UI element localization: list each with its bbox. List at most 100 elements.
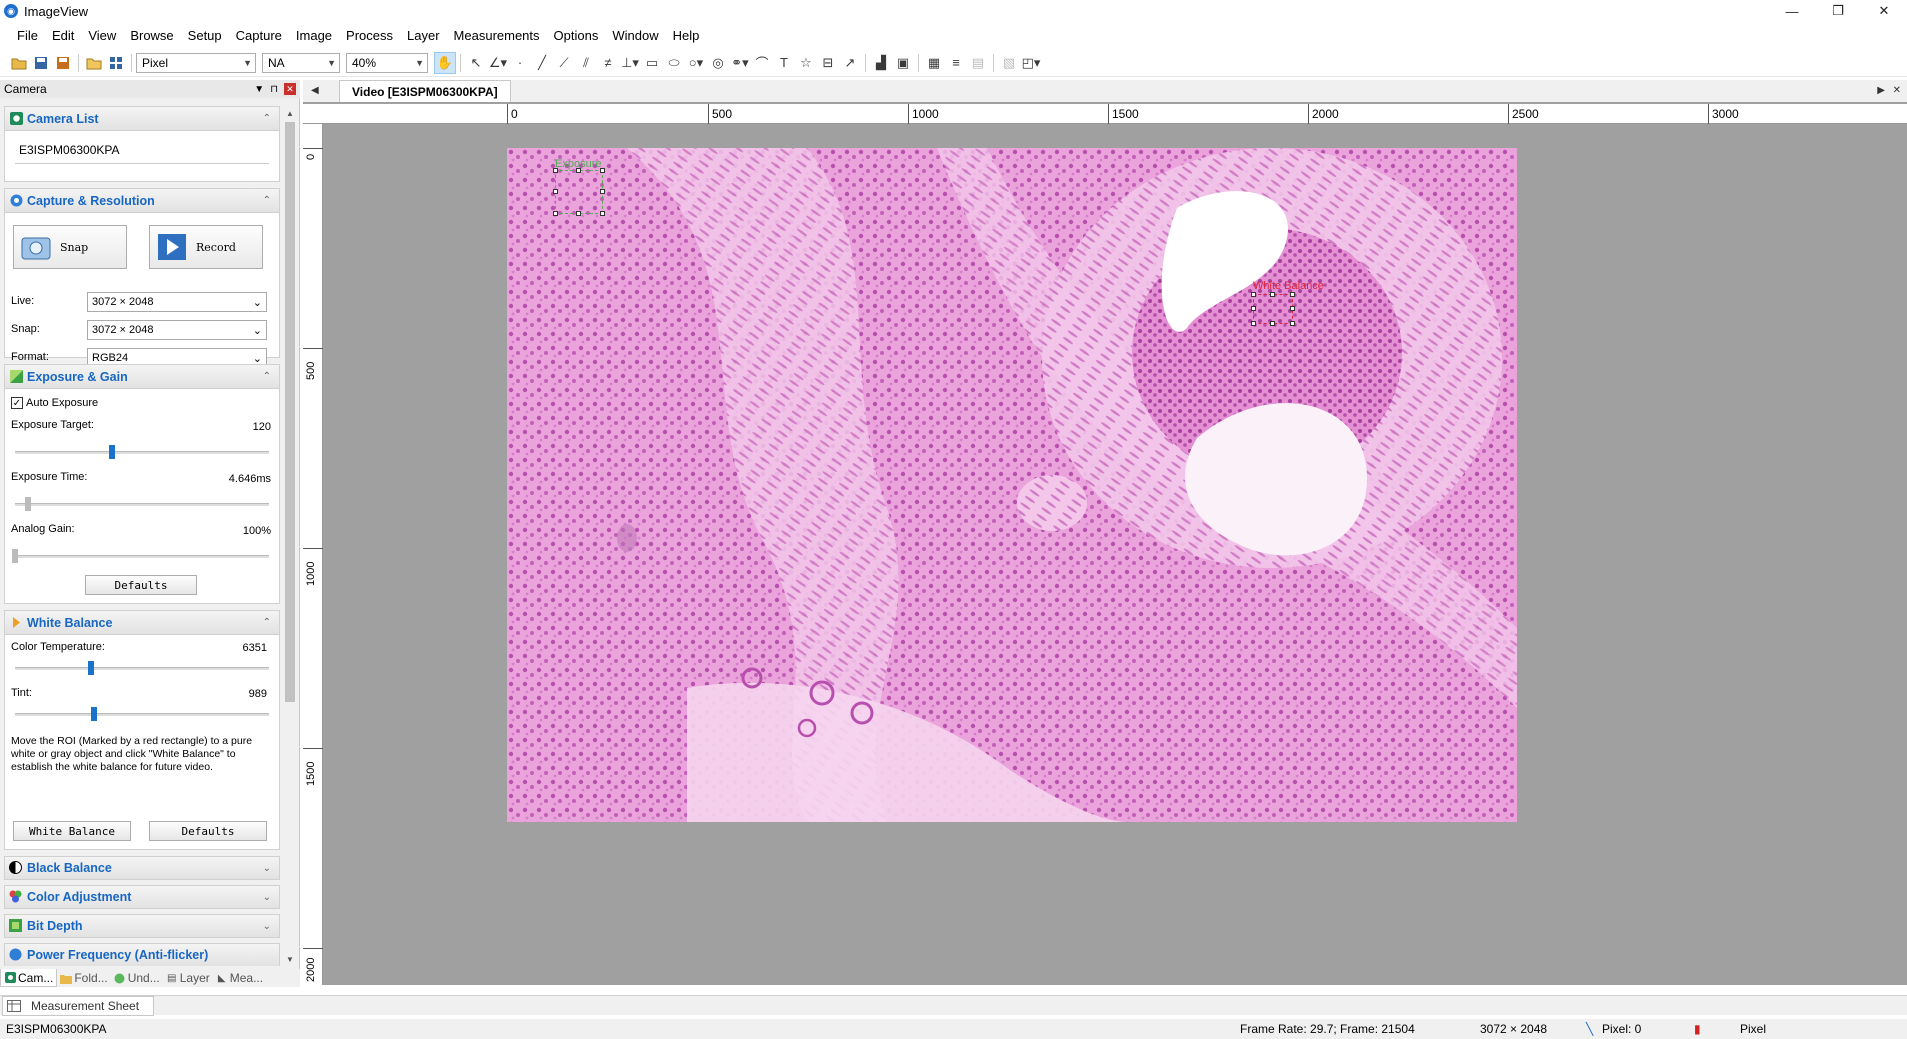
menu-help[interactable]: Help [666,28,707,43]
parallel-line-icon[interactable]: ⫽ [575,52,597,74]
layer-icon[interactable]: ▦ [923,52,945,74]
sheet-icon[interactable]: ▧ [998,52,1020,74]
camera-device-item[interactable]: E3ISPM06300KPA [19,143,120,157]
close-button[interactable]: ✕ [1861,0,1907,22]
snap-resolution-select[interactable]: 3072 × 2048 ⌄ [87,320,267,340]
menu-file[interactable]: File [10,28,45,43]
collapse-icon[interactable]: ⌃ [263,371,271,382]
roi-handle[interactable] [1290,292,1295,297]
save-all-icon[interactable] [52,52,74,74]
color-adjustment-header[interactable]: Color Adjustment ⌄ [4,885,280,909]
menu-edit[interactable]: Edit [45,28,81,43]
arrow-tool-icon[interactable]: ↗ [839,52,861,74]
white-balance-header[interactable]: White Balance ⌃ [5,611,279,635]
calibration-icon[interactable]: ▣ [892,52,914,74]
exposure-header[interactable]: Exposure & Gain ⌃ [5,365,279,389]
white-balance-roi[interactable] [1251,292,1295,326]
pin-icon[interactable]: ⊓ [270,84,278,95]
tab-measurements[interactable]: ◣ Mea... [213,969,266,987]
tab-scroll-left-icon[interactable]: ◀ [311,85,319,96]
menu-browse[interactable]: Browse [123,28,180,43]
open-folder-icon[interactable] [8,52,30,74]
two-circles-icon[interactable]: ⚭▾ [729,52,751,74]
vertical-line-icon[interactable]: ⊥▾ [619,52,641,74]
roi-handle[interactable] [600,189,605,194]
record-button[interactable]: Record [149,225,263,269]
tint-thumb[interactable] [90,707,97,721]
auto-exposure-checkbox[interactable]: ✓ Auto Exposure [11,397,98,409]
roi-handle[interactable] [1251,321,1256,326]
tint-slider[interactable] [15,713,269,716]
expand-icon[interactable]: ⌄ [263,921,271,932]
delete-layer-icon[interactable]: ▤ [967,52,989,74]
roi-handle[interactable] [600,211,605,216]
menu-window[interactable]: Window [605,28,665,43]
histogram-icon[interactable]: ▟ [870,52,892,74]
collapse-icon[interactable]: ⌃ [263,195,271,206]
tab-layer[interactable]: ▤ Layer [163,969,213,987]
point-tool-icon[interactable]: · [509,52,531,74]
grid-view-icon[interactable] [105,52,127,74]
live-resolution-select[interactable]: 3072 × 2048 ⌄ [87,292,267,312]
collapse-icon[interactable]: ⌃ [263,113,271,124]
export-icon[interactable]: ◰▾ [1020,52,1042,74]
ellipse-tool-icon[interactable]: ⬭ [663,52,685,74]
camera-list-header[interactable]: Camera List ⌃ [5,107,279,131]
scroll-down-icon[interactable]: ▼ [283,952,297,966]
align-icon[interactable]: ≡ [945,52,967,74]
expand-icon[interactable]: ⌄ [263,863,271,874]
minimize-button[interactable]: — [1769,0,1815,22]
bit-depth-header[interactable]: Bit Depth ⌄ [4,914,280,938]
magnification-select[interactable]: NA ▼ [262,52,340,73]
color-temperature-slider[interactable] [15,667,269,670]
collapse-icon[interactable]: ⌃ [263,617,271,628]
exposure-roi[interactable] [553,168,605,216]
live-video-image[interactable]: Exposure White Balance [507,148,1517,822]
tab-scroll-right-icon[interactable]: ▶ [1877,85,1885,96]
multi-parallel-icon[interactable]: ≠ [597,52,619,74]
roi-handle[interactable] [1270,321,1275,326]
rectangle-tool-icon[interactable]: ▭ [641,52,663,74]
tab-folders[interactable]: Fold... [57,969,110,987]
roi-handle[interactable] [1251,306,1256,311]
menu-setup[interactable]: Setup [181,28,229,43]
menu-process[interactable]: Process [339,28,400,43]
menu-options[interactable]: Options [547,28,606,43]
scroll-up-icon[interactable]: ▲ [283,106,297,120]
zoom-select[interactable]: 40% ▼ [346,52,428,73]
roi-handle[interactable] [1290,306,1295,311]
annulus-tool-icon[interactable]: ◎ [707,52,729,74]
black-balance-header[interactable]: Black Balance ⌄ [4,856,280,880]
tab-video[interactable]: Video [E3ISPM06300KPA] [339,80,511,102]
scrollbar-thumb[interactable] [285,122,295,702]
arc-tool-icon[interactable]: ⌒ [751,52,773,74]
roi-handle[interactable] [553,211,558,216]
exposure-defaults-button[interactable]: Defaults [85,575,197,595]
menu-view[interactable]: View [81,28,123,43]
tab-close-icon[interactable]: ✕ [1893,85,1901,96]
tab-measurement-sheet[interactable]: Measurement Sheet [2,996,155,1016]
roi-handle[interactable] [576,211,581,216]
panel-scrollbar[interactable]: ▲ ▼ [283,106,297,966]
pan-hand-icon[interactable]: ✋ [434,51,456,74]
circle-tool-icon[interactable]: ○▾ [685,52,707,74]
menu-measurements[interactable]: Measurements [447,28,547,43]
capture-header[interactable]: Capture & Resolution ⌃ [5,189,279,213]
restore-button[interactable]: ❐ [1815,0,1861,22]
tab-undo[interactable]: Und... [111,969,163,987]
save-icon[interactable] [30,52,52,74]
polygon-tool-icon[interactable]: ☆ [795,52,817,74]
color-temperature-thumb[interactable] [88,661,95,675]
power-frequency-header[interactable]: Power Frequency (Anti-flicker) [4,943,280,966]
line-tool-icon[interactable]: ╱ [531,52,553,74]
roi-handle[interactable] [1270,292,1275,297]
white-balance-defaults-button[interactable]: Defaults [149,821,267,841]
panel-close-icon[interactable]: ✕ [284,83,296,95]
angle-tool-icon[interactable]: ∠▾ [487,52,509,74]
menu-layer[interactable]: Layer [400,28,447,43]
roi-handle[interactable] [1251,292,1256,297]
menu-image[interactable]: Image [289,28,339,43]
panel-menu-icon[interactable]: ▼ [254,84,264,95]
roi-handle[interactable] [553,189,558,194]
unit-select[interactable]: Pixel ▼ [136,52,256,73]
